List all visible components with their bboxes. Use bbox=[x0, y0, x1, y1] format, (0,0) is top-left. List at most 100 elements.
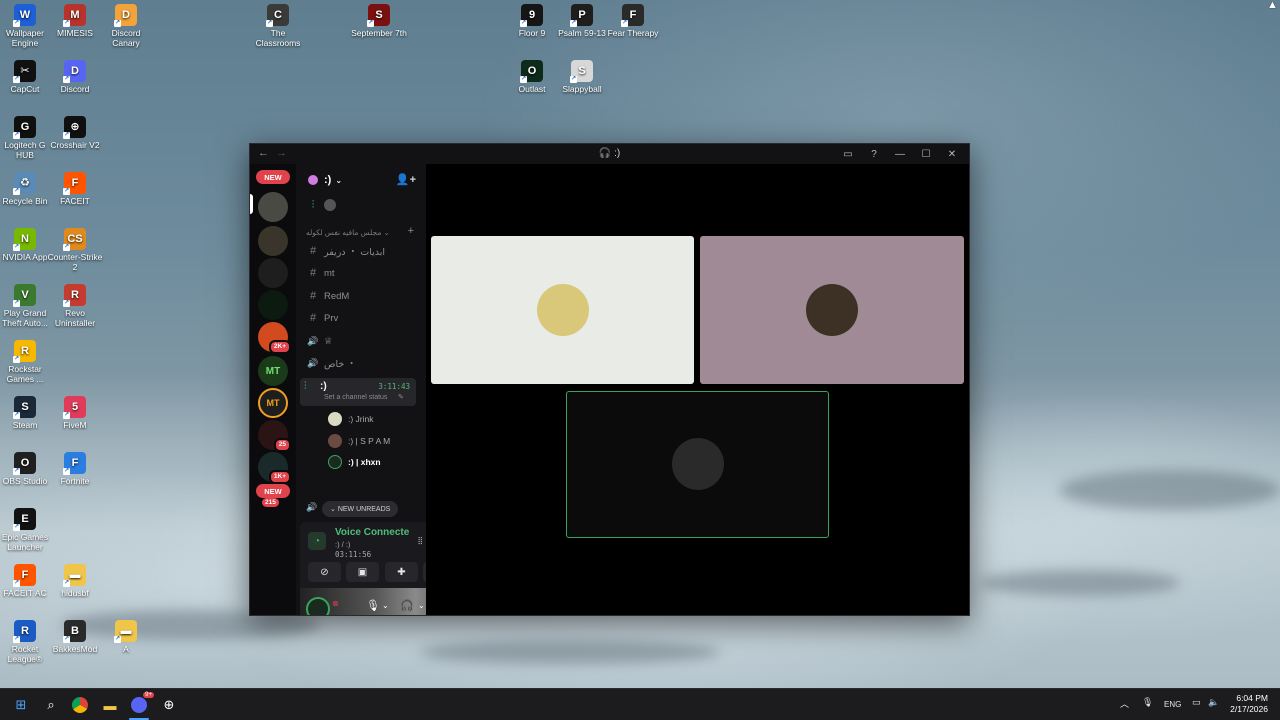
desktop-icon[interactable]: V ↗ Play Grand Theft Auto... bbox=[0, 284, 53, 328]
noise-suppression-icon[interactable]: ⦙⦙ bbox=[418, 536, 422, 547]
new-unreads-button[interactable]: ⌄ NEW UNREADS bbox=[322, 501, 399, 517]
desktop-icon[interactable]: B ↗ BakkesMod bbox=[47, 620, 103, 654]
microphone-tray-icon[interactable]: 🎙 bbox=[1142, 697, 1153, 708]
search-icon[interactable]: ⌕ bbox=[41, 695, 61, 715]
language-indicator[interactable]: ENG bbox=[1164, 700, 1181, 709]
desktop-icon[interactable]: R ↗ Revo Uninstaller bbox=[47, 284, 103, 328]
chevron-down-icon[interactable]: ⌄ bbox=[382, 601, 389, 610]
desktop-icon[interactable]: P ↗ Psalm 59-13 bbox=[554, 4, 610, 38]
desktop-icon[interactable]: N ↗ NVIDIA App bbox=[0, 228, 53, 262]
channel-item[interactable]: # RedM bbox=[306, 287, 349, 305]
microphone-icon[interactable]: 🎙 bbox=[366, 599, 380, 612]
desktop-icon[interactable]: W ↗ Wallpaper Engine bbox=[0, 4, 53, 48]
inbox-icon[interactable]: ▭ bbox=[835, 146, 861, 162]
headphones-icon[interactable]: 🎧 bbox=[400, 599, 414, 612]
desktop-icon[interactable]: R ↗ Rockstar Games ... bbox=[0, 340, 53, 384]
notification-badge: 9+ bbox=[143, 692, 154, 698]
help-icon[interactable]: ? bbox=[861, 146, 887, 162]
discord-taskbar-icon[interactable]: 9+ bbox=[129, 692, 154, 715]
category-label[interactable]: مجلس مافيه نفس لكوله ⌄ bbox=[306, 228, 390, 237]
guild-header[interactable]: :) ⌄ 👤+ bbox=[296, 164, 426, 196]
new-badge[interactable]: NEW bbox=[256, 170, 290, 184]
desktop-icon[interactable]: G ↗ Logitech G HUB bbox=[0, 116, 53, 160]
channel-status[interactable]: Set a channel status bbox=[324, 394, 387, 401]
desktop-icon[interactable]: ▬ ↗ A bbox=[98, 620, 154, 654]
server-icon[interactable] bbox=[258, 192, 288, 222]
voice-status[interactable]: Voice Connecte bbox=[335, 527, 409, 538]
call-timer: 3:11:43 bbox=[378, 382, 410, 391]
desktop-icon[interactable]: F ↗ Fear Therapy bbox=[605, 4, 661, 38]
channel-item[interactable]: # ابديات ・ دريفر bbox=[306, 242, 385, 260]
desktop-icon[interactable]: D ↗ Discord Canary bbox=[98, 4, 154, 48]
desktop-icon[interactable]: 9 ↗ Floor 9 bbox=[504, 4, 560, 38]
channel-item[interactable]: 🔊 خاص ・ bbox=[306, 354, 356, 372]
server-icon[interactable] bbox=[258, 226, 288, 256]
system-clock[interactable]: 6:04 PM 2/17/2026 bbox=[1230, 693, 1268, 715]
chevron-down-icon[interactable]: ⌄ bbox=[418, 601, 425, 610]
screen-share-button[interactable]: ▣ bbox=[346, 562, 379, 582]
voice-user[interactable]: :) | xhxn bbox=[328, 453, 381, 471]
desktop-icon[interactable]: S ↗ September 7th bbox=[351, 4, 407, 38]
chevron-up-icon[interactable]: ︿ bbox=[1120, 697, 1129, 710]
shortcut-arrow-icon: ↗ bbox=[13, 412, 20, 419]
desktop-icon[interactable]: M ↗ MIMESIS bbox=[47, 4, 103, 38]
desktop-icon[interactable]: CS ↗ Counter-Strike 2 bbox=[47, 228, 103, 272]
desktop-icon[interactable]: S ↗ Steam bbox=[0, 396, 53, 430]
participant-tile-speaking[interactable] bbox=[566, 391, 829, 538]
desktop-icon[interactable]: C ↗ The Classrooms bbox=[250, 4, 306, 48]
desktop-icon[interactable]: ♻ ↗ Recycle Bin bbox=[0, 172, 53, 206]
voice-user[interactable]: :) Jrink bbox=[328, 410, 374, 428]
channel-sidebar: :) ⌄ 👤+ ⫶ مجلس مافيه نفس لكوله ⌄ + # ابدي… bbox=[296, 164, 465, 615]
pencil-icon[interactable]: ✎ bbox=[398, 393, 404, 401]
desktop-icon[interactable]: E ↗ Epic Games Launcher bbox=[0, 508, 53, 552]
minimize-button[interactable]: — bbox=[887, 146, 913, 162]
server-icon[interactable] bbox=[258, 290, 288, 320]
server-icon[interactable] bbox=[258, 258, 288, 288]
desktop-icon[interactable]: R ↗ Rocket League® bbox=[0, 620, 53, 664]
participant-tile[interactable] bbox=[700, 236, 964, 384]
desktop-icon[interactable]: 5 ↗ FiveM bbox=[47, 396, 103, 430]
server-icon[interactable]: MT bbox=[258, 356, 288, 386]
desktop-icon[interactable]: F ↗ FACEIT AC bbox=[0, 564, 53, 598]
server-icon[interactable]: MT bbox=[258, 388, 288, 418]
file-explorer-icon[interactable]: ▬ bbox=[100, 695, 120, 715]
crosshair-taskbar-icon[interactable]: ⊕ bbox=[159, 695, 179, 715]
desktop-icon[interactable]: F ↗ Fortnite bbox=[47, 452, 103, 486]
desktop-icon[interactable]: ⊕ ↗ Crosshair V2 bbox=[47, 116, 103, 150]
channel-item[interactable]: 🔊 ♕ bbox=[306, 332, 332, 350]
desktop-icon[interactable]: O ↗ Outlast bbox=[504, 60, 560, 94]
maximize-button[interactable]: ☐ bbox=[913, 146, 939, 162]
desktop-icon[interactable]: D ↗ Discord bbox=[47, 60, 103, 94]
desktop-icon[interactable]: S ↗ Slappyball bbox=[554, 60, 610, 94]
signal-icon[interactable]: ◔ bbox=[308, 532, 326, 550]
server-icon[interactable]: 2K+ bbox=[258, 322, 291, 354]
camera-off-button[interactable]: ⊘ bbox=[308, 562, 341, 582]
server-icon[interactable]: 25 bbox=[258, 420, 291, 452]
activities-button[interactable]: ✚ bbox=[385, 562, 418, 582]
shortcut-arrow-icon: ↗ bbox=[13, 356, 20, 363]
new-badge[interactable]: NEW bbox=[256, 484, 290, 498]
start-button[interactable]: ⊞ bbox=[11, 695, 31, 715]
shortcut-arrow-icon: ↗ bbox=[63, 412, 70, 419]
desktop-icon[interactable]: O ↗ OBS Studio bbox=[0, 452, 53, 486]
shortcut-arrow-icon: ↗ bbox=[13, 300, 20, 307]
avatar[interactable] bbox=[306, 597, 330, 615]
volume-icon[interactable]: 🔈 bbox=[1208, 697, 1219, 708]
add-channel-icon[interactable]: + bbox=[408, 225, 414, 237]
add-member-icon[interactable]: 👤+ bbox=[396, 173, 416, 186]
desktop-icon[interactable]: F ↗ FACEIT bbox=[47, 172, 103, 206]
chrome-icon[interactable] bbox=[70, 695, 90, 715]
voice-location[interactable]: :) / :) bbox=[335, 540, 350, 549]
network-icon[interactable]: ▭ bbox=[1192, 697, 1201, 708]
shortcut-arrow-icon: ↗ bbox=[63, 580, 70, 587]
voice-user[interactable]: :) | S P A M bbox=[328, 432, 390, 450]
channel-item[interactable]: # mt bbox=[306, 264, 335, 282]
server-icon[interactable]: 1K+ bbox=[258, 452, 291, 484]
app-icon: S ↗ bbox=[367, 4, 390, 27]
participant-tile[interactable] bbox=[431, 236, 694, 384]
active-voice-channel[interactable]: ⫶ :) 3:11:43 Set a channel status ✎ bbox=[300, 378, 416, 406]
desktop-icon[interactable]: ✂ ↗ CapCut bbox=[0, 60, 53, 94]
close-button[interactable]: ✕ bbox=[939, 146, 965, 162]
desktop-icon[interactable]: ▬ ↗ hidusbf bbox=[47, 564, 103, 598]
channel-item[interactable]: # Prv bbox=[306, 309, 338, 327]
